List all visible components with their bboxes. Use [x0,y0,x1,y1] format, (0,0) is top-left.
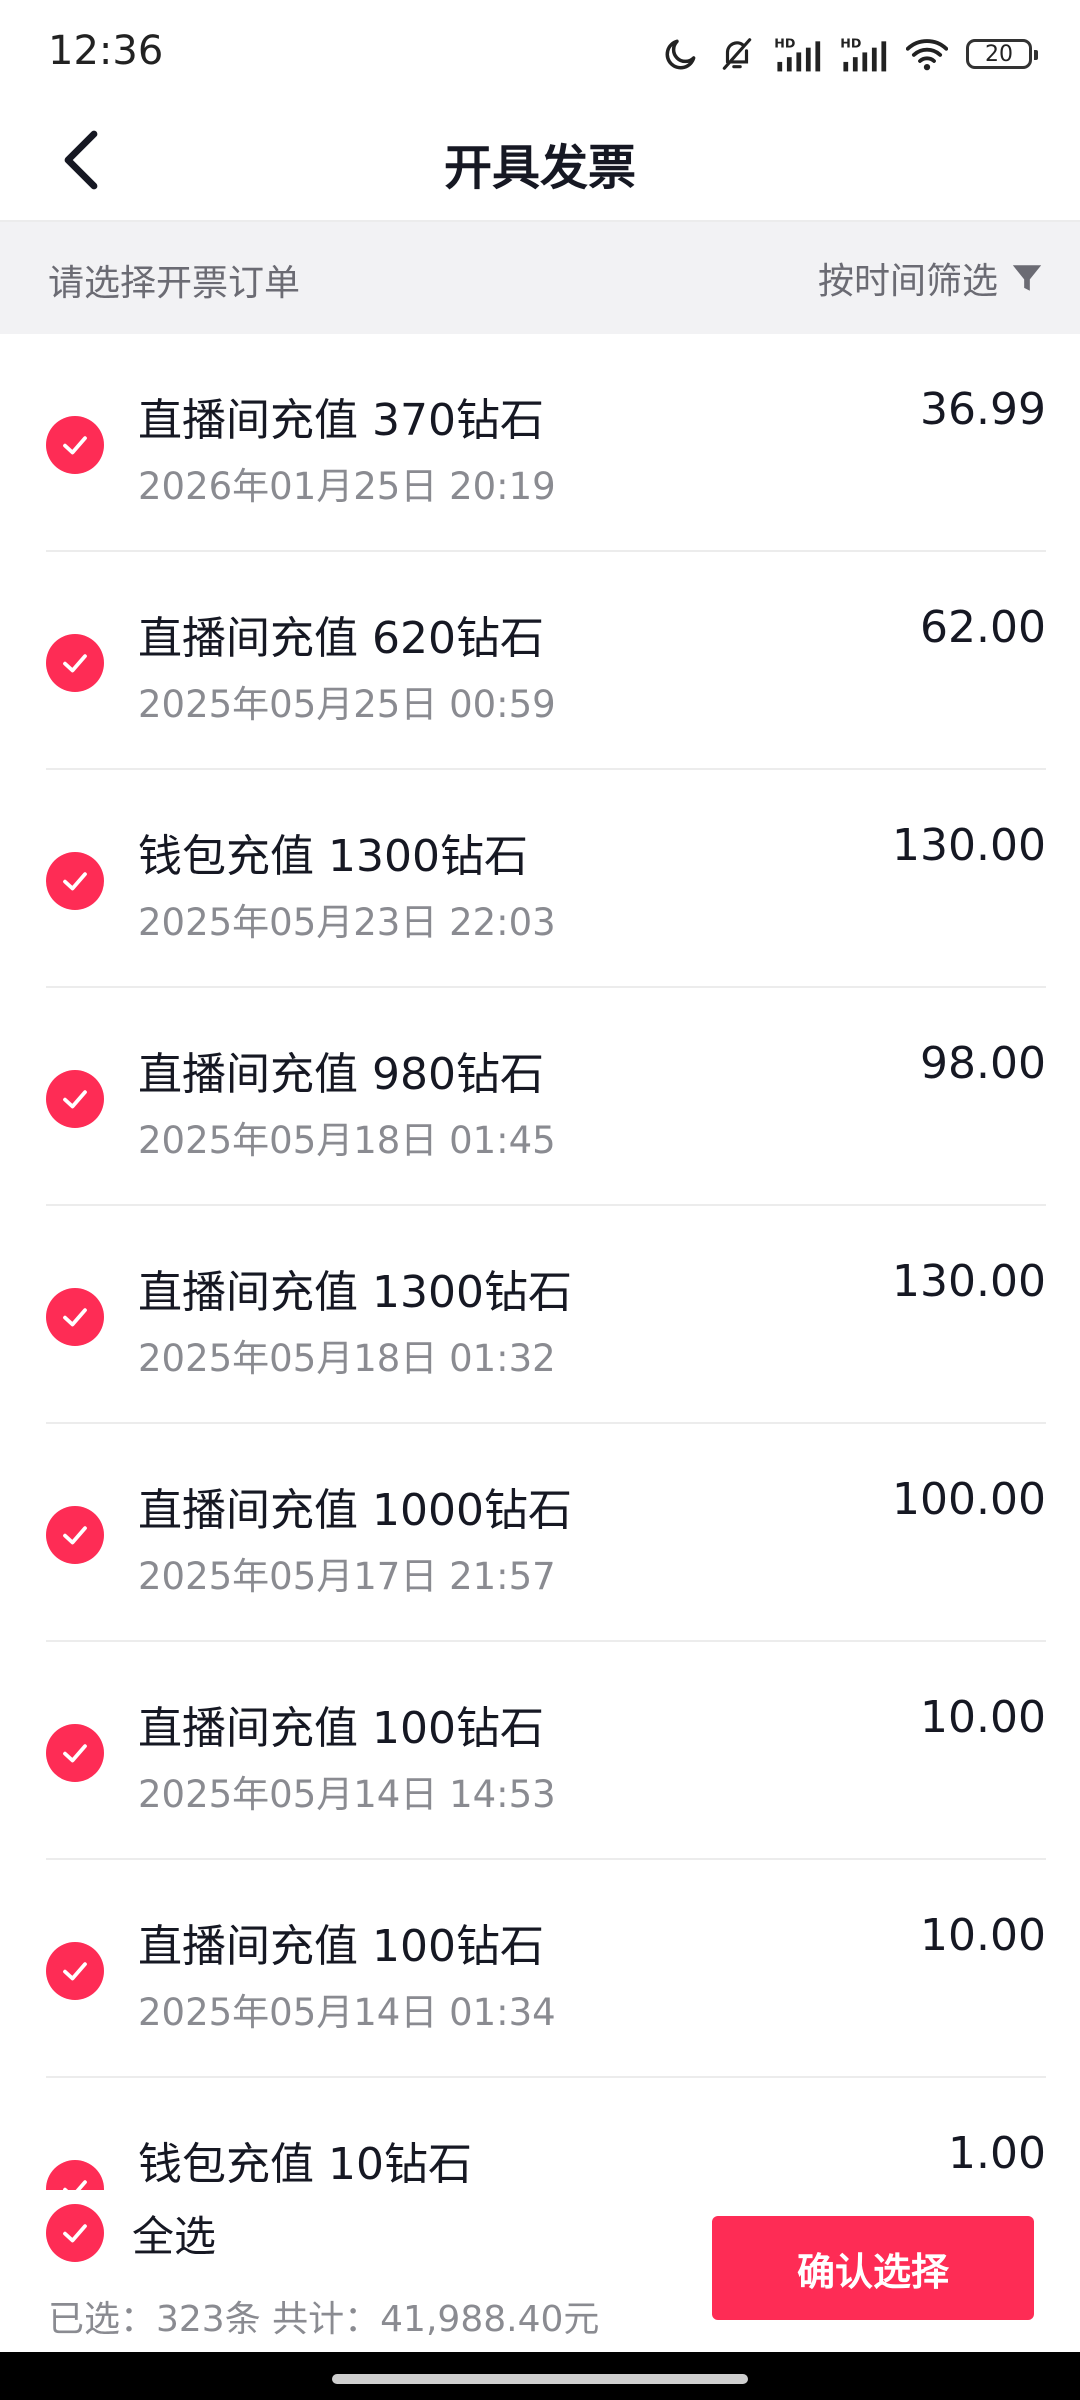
status-bar: 12:36 HD HD 20 [0,0,1080,100]
order-title: 钱包充值 1300钻石 [138,831,528,882]
time-filter-label: 按时间筛选 [817,261,998,302]
order-amount: 130.00 [892,820,1046,871]
svg-text:HD: HD [840,36,861,51]
order-date: 2025年05月14日 01:34 [138,1991,556,2034]
check-circle-icon[interactable] [46,1070,104,1128]
order-title: 直播间充值 100钻石 [138,1921,544,1972]
check-circle-icon[interactable] [46,852,104,910]
status-time: 12:36 [48,28,164,74]
home-indicator[interactable] [332,2374,748,2384]
order-date: 2025年05月14日 14:53 [138,1773,556,1816]
order-amount: 1.00 [948,2128,1046,2179]
order-date: 2025年05月23日 22:03 [138,901,556,944]
order-amount: 100.00 [892,1474,1046,1525]
order-amount: 10.00 [920,1692,1046,1743]
check-circle-icon[interactable] [46,1288,104,1346]
hd-signal-icon: HD [774,36,821,72]
order-amount: 98.00 [920,1038,1046,1089]
time-filter-button[interactable]: 按时间筛选 [818,246,1044,310]
bell-muted-icon [722,38,752,70]
check-circle-icon[interactable] [46,2204,104,2262]
order-date: 2025年05月17日 21:57 [138,1555,556,1598]
order-item[interactable]: 直播间充值 1300钻石 2025年05月18日 01:32 130.00 [0,1206,1046,1424]
order-item[interactable]: 钱包充值 1300钻石 2025年05月23日 22:03 130.00 [0,770,1046,988]
order-title: 直播间充值 370钻石 [138,395,544,446]
selection-summary: 已选：323条 共计：41,988.40元 [48,2299,600,2340]
order-item[interactable]: 直播间充值 1000钻石 2025年05月17日 21:57 100.00 [0,1424,1046,1642]
select-all-label: 全选 [132,2211,217,2261]
order-list[interactable]: 直播间充值 370钻石 2026年01月25日 20:19 36.99 直播间充… [0,334,1080,2190]
order-item[interactable]: 直播间充值 100钻石 2025年05月14日 14:53 10.00 [0,1642,1046,1860]
moon-icon [665,39,696,70]
hd-signal-icon: HD [840,36,887,72]
check-circle-icon[interactable] [46,1724,104,1782]
order-amount: 130.00 [892,1256,1046,1307]
confirm-selection-button[interactable]: 确认选择 [712,2216,1034,2320]
order-amount: 10.00 [920,1910,1046,1961]
order-date: 2026年01月25日 20:19 [138,465,556,508]
order-item[interactable]: 钱包充值 10钻石 1.00 [0,2078,1046,2190]
order-title: 直播间充值 620钻石 [138,613,544,664]
order-title: 直播间充值 100钻石 [138,1703,544,1754]
select-all-toggle[interactable]: 全选 [46,2202,216,2264]
funnel-icon [1012,265,1042,291]
nav-bar: 开具发票 [0,100,1080,222]
order-title: 直播间充值 1000钻石 [138,1485,572,1536]
order-amount: 62.00 [920,602,1046,653]
order-item[interactable]: 直播间充值 620钻石 2025年05月25日 00:59 62.00 [0,552,1046,770]
order-item[interactable]: 直播间充值 980钻石 2025年05月18日 01:45 98.00 [0,988,1046,1206]
order-date: 2025年05月18日 01:32 [138,1337,556,1380]
order-item[interactable]: 直播间充值 370钻石 2026年01月25日 20:19 36.99 [0,334,1046,552]
filter-bar: 请选择开票订单 按时间筛选 [0,222,1080,334]
order-title: 钱包充值 10钻石 [138,2139,472,2190]
order-date: 2025年05月18日 01:45 [138,1119,556,1162]
page-title: 开具发票 [443,140,636,196]
check-circle-icon[interactable] [46,416,104,474]
order-title: 直播间充值 1300钻石 [138,1267,572,1318]
order-item[interactable]: 直播间充值 100钻石 2025年05月14日 01:34 10.00 [0,1860,1046,2078]
wifi-icon [906,39,948,71]
svg-text:HD: HD [774,36,795,51]
check-circle-icon[interactable] [46,634,104,692]
order-title: 直播间充值 980钻石 [138,1049,544,1100]
bottom-action-bar: 全选 已选：323条 共计：41,988.40元 确认选择 [0,2190,1080,2352]
system-nav-area [0,2352,1080,2400]
battery-icon: 20 [966,39,1038,69]
check-circle-icon[interactable] [46,1942,104,2000]
check-circle-icon[interactable] [46,2160,104,2190]
filter-hint: 请选择开票订单 [48,263,301,304]
status-icons: HD HD 20 [662,28,1038,80]
order-amount: 36.99 [920,384,1046,435]
check-circle-icon[interactable] [46,1506,104,1564]
order-date: 2025年05月25日 00:59 [138,683,556,726]
